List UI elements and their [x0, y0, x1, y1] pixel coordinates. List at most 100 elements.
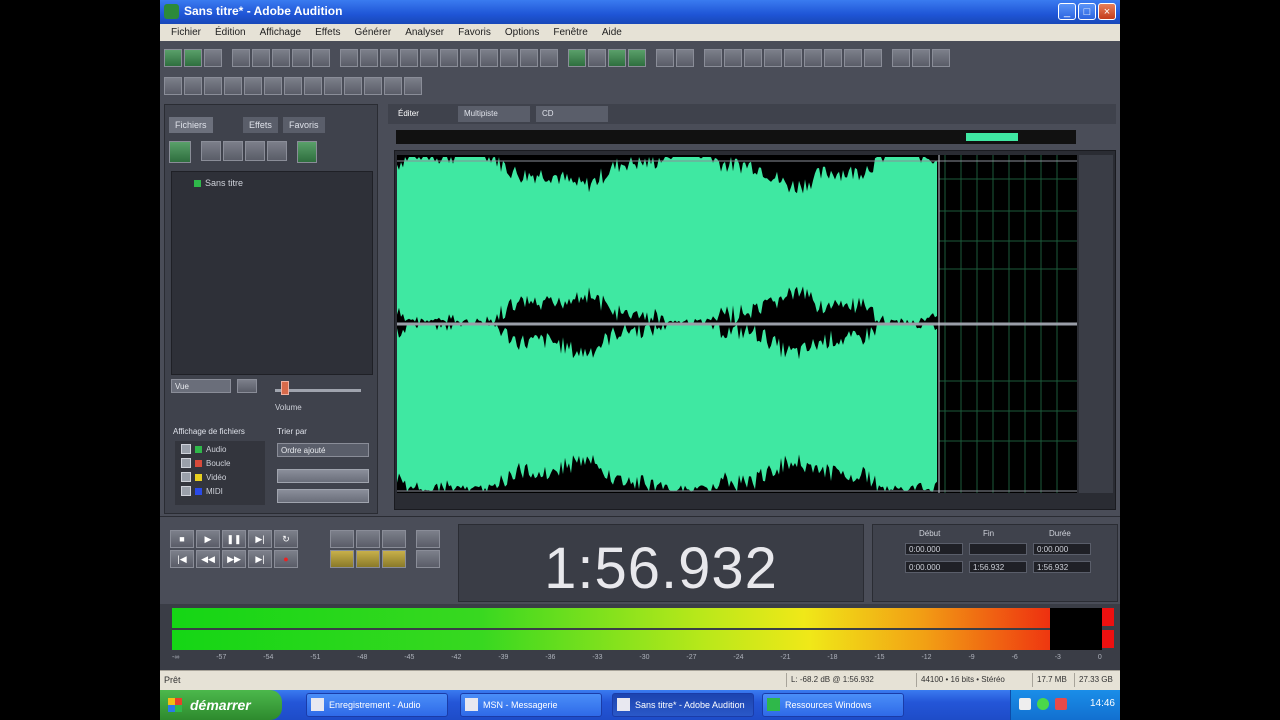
pause-button[interactable]: ❚❚ [222, 530, 246, 548]
save-all-button[interactable] [292, 49, 310, 67]
import-file-button[interactable] [169, 141, 191, 163]
checkbox[interactable] [181, 458, 191, 468]
loop-play-button[interactable]: ↻ [274, 530, 298, 548]
repeat-button[interactable] [480, 49, 498, 67]
metronome-button[interactable] [656, 49, 674, 67]
effect-button-2[interactable] [588, 49, 606, 67]
effect-button-3[interactable] [608, 49, 626, 67]
clock[interactable]: 14:46 [1090, 698, 1115, 709]
menu-item-file[interactable]: Fichier [168, 27, 204, 38]
checkbox[interactable] [181, 486, 191, 496]
security-icon[interactable] [1055, 698, 1067, 710]
overview-bar[interactable] [396, 130, 1076, 144]
play-to-end-button[interactable]: ▶| [248, 530, 272, 548]
tab-favorites[interactable]: Favoris [283, 117, 325, 133]
cd-view-button[interactable] [204, 49, 222, 67]
view-start-field[interactable]: 0:00.000 [905, 561, 963, 573]
zoom-right-button[interactable] [382, 550, 406, 568]
tool-button-12[interactable] [932, 49, 950, 67]
marquee-button[interactable] [204, 77, 222, 95]
edit-file-button[interactable] [267, 141, 287, 161]
legend-item-midi[interactable]: MIDI [181, 485, 265, 497]
tool-button-4[interactable] [764, 49, 782, 67]
menu-item-analyze[interactable]: Analyser [402, 27, 447, 38]
menu-item-generate[interactable]: Générer [352, 27, 395, 38]
tool-button-7[interactable] [824, 49, 842, 67]
start-button[interactable]: démarrer [160, 690, 282, 720]
legend-item-loop[interactable]: Boucle [181, 457, 265, 469]
tool-button-8[interactable] [844, 49, 862, 67]
zoom-out-h-button[interactable] [356, 530, 380, 548]
play-file-button[interactable] [297, 141, 317, 163]
zoom-tool-button[interactable] [284, 77, 302, 95]
mono-button[interactable] [384, 77, 402, 95]
menu-item-edit[interactable]: Édition [212, 27, 249, 38]
tab-cd[interactable]: CD [536, 106, 608, 122]
paste-button[interactable] [380, 49, 398, 67]
insert-multitrack-button[interactable] [223, 141, 243, 161]
left-clip-indicator[interactable] [1102, 608, 1114, 626]
checkbox[interactable] [181, 472, 191, 482]
selection-length-field[interactable]: 0:00.000 [1033, 543, 1091, 555]
menu-item-help[interactable]: Aide [599, 27, 625, 38]
rewind-button[interactable]: ◀◀ [196, 550, 220, 568]
play-button[interactable]: ▶ [196, 530, 220, 548]
tab-effects[interactable]: Effets [243, 117, 278, 133]
close-file-button[interactable] [312, 49, 330, 67]
view-length-field[interactable]: 1:56.932 [1033, 561, 1091, 573]
menu-item-effects[interactable]: Effets [312, 27, 343, 38]
loop-button[interactable] [344, 77, 362, 95]
tab-files[interactable]: Fichiers [169, 117, 213, 133]
zoom-in-v-button[interactable] [416, 530, 440, 548]
taskbar-item-active[interactable]: Sans titre* - Adobe Audition [612, 693, 754, 717]
menu-item-window[interactable]: Fenêtre [550, 27, 590, 38]
taskbar-item[interactable]: Ressources Windows [762, 693, 904, 717]
go-end-button[interactable]: ▶| [248, 550, 272, 568]
tool-button-9[interactable] [864, 49, 882, 67]
envelope-button[interactable] [304, 77, 322, 95]
tool-button-5[interactable] [784, 49, 802, 67]
tool-button-10[interactable] [892, 49, 910, 67]
tool-button-11[interactable] [912, 49, 930, 67]
trim-button[interactable] [420, 49, 438, 67]
go-start-button[interactable]: |◀ [170, 550, 194, 568]
sort-button-2[interactable] [277, 489, 369, 503]
effect-button-1[interactable] [568, 49, 586, 67]
right-clip-indicator[interactable] [1102, 630, 1114, 648]
zoom-out-v-button[interactable] [416, 550, 440, 568]
tool-button-1[interactable] [704, 49, 722, 67]
sort-button-1[interactable] [277, 469, 369, 483]
tool-button-2[interactable] [724, 49, 742, 67]
sort-dropdown[interactable]: Ordre ajouté [277, 443, 369, 457]
copy-button[interactable] [360, 49, 378, 67]
multitrack-view-button[interactable] [184, 49, 202, 67]
tab-edit[interactable]: Éditer [392, 106, 425, 122]
marker-button[interactable] [676, 49, 694, 67]
waveform-display[interactable] [395, 151, 1115, 509]
view-options-button[interactable] [237, 379, 257, 393]
volume-icon[interactable] [1019, 698, 1031, 710]
new-file-button[interactable] [232, 49, 250, 67]
zoom-full-button[interactable] [382, 530, 406, 548]
zoom-left-button[interactable] [356, 550, 380, 568]
cut-button[interactable] [340, 49, 358, 67]
save-file-button[interactable] [272, 49, 290, 67]
time-selection-button[interactable] [184, 77, 202, 95]
stop-button[interactable]: ■ [170, 530, 194, 548]
redo-button[interactable] [460, 49, 478, 67]
tool-button-6[interactable] [804, 49, 822, 67]
checkbox[interactable] [181, 444, 191, 454]
hybrid-tool-button[interactable] [164, 77, 182, 95]
open-file-button[interactable] [252, 49, 270, 67]
menu-item-view[interactable]: Affichage [257, 27, 305, 38]
taskbar-item[interactable]: MSN - Messagerie [460, 693, 602, 717]
taskbar-item[interactable]: Enregistrement - Audio [306, 693, 448, 717]
view-end-field[interactable]: 1:56.932 [969, 561, 1027, 573]
close-button[interactable]: × [1098, 3, 1116, 20]
edit-view-button[interactable] [164, 49, 182, 67]
maximize-button[interactable]: □ [1078, 3, 1096, 20]
view-dropdown[interactable]: Vue [171, 379, 231, 393]
selection-end-field[interactable] [969, 543, 1027, 555]
fade-button[interactable] [324, 77, 342, 95]
minimize-button[interactable]: _ [1058, 3, 1076, 20]
